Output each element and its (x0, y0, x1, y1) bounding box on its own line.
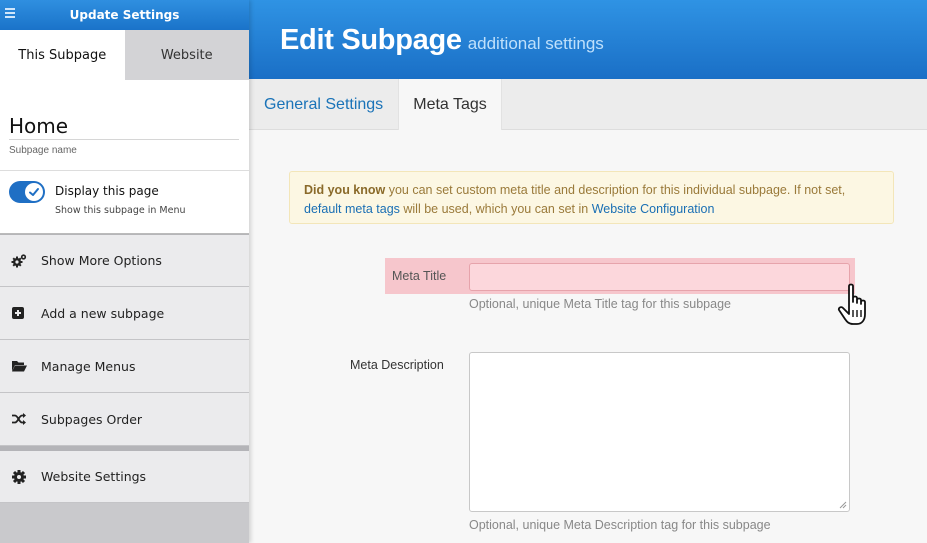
subpage-name-input[interactable]: Home (9, 114, 239, 140)
tab-meta-tags[interactable]: Meta Tags (398, 79, 502, 131)
info-text-1: you can set custom meta title and descri… (385, 183, 845, 197)
plus-square-icon (11, 305, 31, 321)
sidebar: Update Settings This Subpage Website Hom… (0, 0, 249, 543)
display-page-subtitle: Show this subpage in Menu (55, 205, 186, 216)
subpage-name-section: Home Subpage name (0, 80, 249, 170)
sidebar-item-show-more-options[interactable]: Show More Options (0, 234, 249, 287)
meta-description-help: Optional, unique Meta Description tag fo… (469, 518, 771, 532)
meta-title-help: Optional, unique Meta Title tag for this… (469, 297, 731, 311)
resize-grip-icon[interactable] (839, 501, 847, 509)
page-title-text: Edit Subpage (280, 24, 462, 56)
tab-this-subpage[interactable]: This Subpage (0, 30, 125, 80)
sidebar-item-manage-menus[interactable]: Manage Menus (0, 340, 249, 393)
tab-general-settings[interactable]: General Settings (264, 79, 383, 130)
main-header: Edit Subpage additional settings (249, 0, 927, 79)
gear-icon (11, 469, 31, 485)
meta-tags-panel: Did you know you can set custom meta tit… (249, 130, 927, 543)
display-page-section: Display this page Show this subpage in M… (0, 170, 249, 234)
check-icon (25, 183, 43, 201)
info-text-2: will be used, which you can set in (400, 202, 592, 216)
default-meta-tags-link[interactable]: default meta tags (304, 202, 400, 216)
subpage-name-label: Subpage name (9, 145, 239, 156)
meta-title-input[interactable] (469, 263, 850, 291)
display-page-title: Display this page (55, 184, 159, 198)
sidebar-item-label: Show More Options (41, 253, 162, 268)
menu-icon[interactable] (5, 8, 15, 18)
meta-description-textarea[interactable] (469, 352, 850, 512)
meta-title-label: Meta Title (392, 269, 446, 283)
info-bold: Did you know (304, 183, 385, 197)
page-subtitle: additional settings (468, 34, 604, 53)
sidebar-header: Update Settings (0, 0, 249, 30)
settings-tabs: General Settings Meta Tags (249, 79, 927, 130)
sidebar-item-website-settings[interactable]: Website Settings (0, 446, 249, 503)
folder-open-icon (11, 358, 31, 374)
website-configuration-link[interactable]: Website Configuration (592, 202, 715, 216)
tab-website[interactable]: Website (125, 30, 250, 80)
sidebar-item-add-subpage[interactable]: Add a new subpage (0, 287, 249, 340)
sidebar-item-label: Manage Menus (41, 359, 135, 374)
sidebar-item-label: Add a new subpage (41, 306, 164, 321)
shuffle-icon (11, 411, 31, 427)
info-alert: Did you know you can set custom meta tit… (289, 171, 894, 224)
sidebar-item-label: Subpages Order (41, 412, 142, 427)
hand-cursor-icon (835, 282, 875, 330)
gears-icon (11, 253, 31, 269)
sidebar-item-subpages-order[interactable]: Subpages Order (0, 393, 249, 446)
sidebar-title: Update Settings (70, 8, 180, 22)
page-title: Edit Subpage additional settings (280, 24, 604, 57)
meta-description-label: Meta Description (350, 358, 444, 372)
sidebar-item-label: Website Settings (41, 469, 146, 484)
display-page-toggle[interactable] (9, 181, 45, 203)
sidebar-tabs: This Subpage Website (0, 30, 249, 80)
